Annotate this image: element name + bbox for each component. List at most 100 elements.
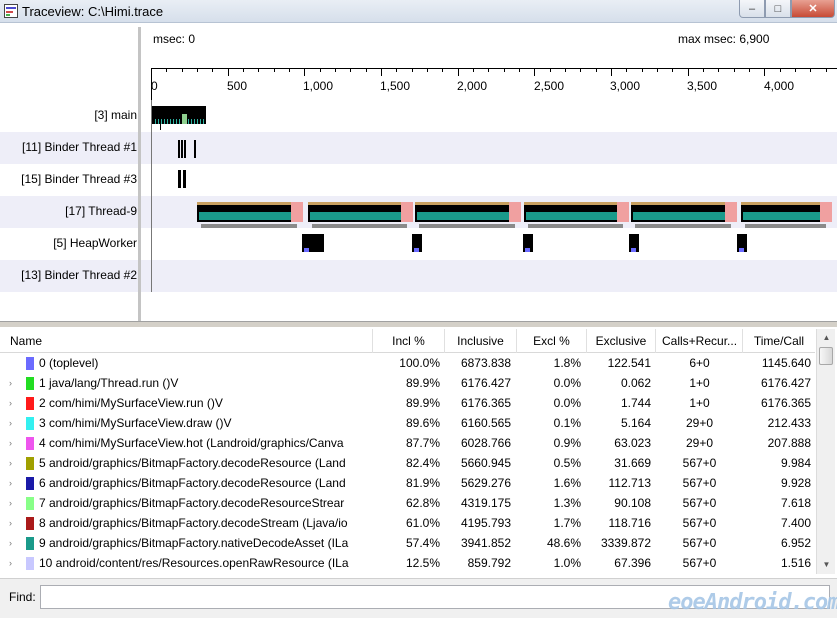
column-header-exclusive[interactable]: Exclusive	[587, 329, 656, 353]
thread9-activity-block	[524, 202, 629, 205]
minor-tick	[442, 68, 443, 72]
tick-label: 500	[227, 79, 248, 93]
calls-recur: 6+0	[689, 356, 710, 370]
main-activity-block	[200, 119, 201, 124]
scroll-up-icon[interactable]: ▲	[819, 331, 834, 345]
thread9-activity-block	[415, 202, 521, 205]
window-controls: – □ ✕	[739, 0, 835, 19]
column-header-calls[interactable]: Calls+Recur...	[656, 329, 743, 353]
thread-row-main[interactable]: [3] main	[0, 100, 837, 132]
column-header-inclusive[interactable]: Inclusive	[445, 329, 517, 353]
column-header-name[interactable]: Name	[0, 329, 373, 353]
method-name: 5 android/graphics/BitmapFactory.decodeR…	[39, 456, 346, 470]
minor-tick	[810, 68, 811, 72]
table-row[interactable]: › 5 android/graphics/BitmapFactory.decode…	[0, 453, 815, 473]
tick-label: 1,000	[303, 79, 334, 93]
expand-icon[interactable]: ›	[9, 473, 12, 493]
thread-row-binder-1[interactable]: [11] Binder Thread #1	[0, 132, 837, 164]
column-header-time-per-call[interactable]: Time/Call	[743, 329, 815, 353]
expand-icon[interactable]: ›	[9, 513, 12, 533]
table-row[interactable]: › 9 android/graphics/BitmapFactory.native…	[0, 533, 815, 553]
heapworker-activity-block	[739, 248, 744, 252]
time-per-call: 1145.640	[761, 356, 811, 370]
incl-pct: 82.4%	[405, 456, 440, 470]
incl-pct: 89.9%	[405, 376, 440, 390]
excl-pct: 48.6%	[546, 536, 581, 550]
tick-label: 4,000	[764, 79, 795, 93]
scroll-thumb[interactable]	[819, 347, 833, 365]
title-bar: Traceview: C:\Himi.trace – □ ✕	[0, 0, 837, 23]
heapworker-activity-block	[525, 248, 530, 252]
calls-recur: 29+0	[685, 436, 714, 450]
tick-label: 1,500	[380, 79, 411, 93]
method-name: 4 com/himi/MySurfaceView.hot (Landroid/g…	[39, 436, 344, 450]
scroll-down-icon[interactable]: ▼	[819, 558, 834, 572]
incl-pct: 12.5%	[405, 556, 440, 570]
method-color-swatch	[26, 377, 34, 390]
table-row[interactable]: › 3 com/himi/MySurfaceView.draw ()V 89.6% 6…	[0, 413, 815, 433]
heapworker-activity-block	[631, 248, 636, 252]
exclusive: 67.396	[614, 556, 651, 570]
thread-label: [11] Binder Thread #1	[22, 140, 137, 154]
thread-row-binder-3[interactable]: [15] Binder Thread #3	[0, 164, 837, 196]
minor-tick	[718, 68, 719, 72]
thread9-activity-block	[741, 202, 832, 205]
time-per-call: 1.516	[780, 556, 811, 570]
thread9-activity-block	[526, 212, 617, 220]
minor-tick	[642, 68, 643, 72]
exclusive: 90.108	[614, 496, 651, 510]
minor-tick	[504, 68, 505, 72]
table-row[interactable]: › 2 com/himi/MySurfaceView.run ()V 89.9% 61…	[0, 393, 815, 413]
excl-pct: 0.5%	[553, 456, 581, 470]
thread9-gc-block	[509, 202, 521, 222]
minor-tick	[427, 68, 428, 72]
main-activity-block	[167, 119, 168, 124]
minor-tick	[596, 68, 597, 72]
column-header-excl-pct[interactable]: Excl %	[517, 329, 587, 353]
expand-icon[interactable]: ›	[9, 453, 12, 473]
thread9-activity-block	[633, 212, 725, 220]
close-button[interactable]: ✕	[791, 0, 835, 18]
thread-label: [15] Binder Thread #3	[21, 172, 137, 186]
expand-icon[interactable]: ›	[9, 433, 12, 453]
major-tick	[688, 68, 689, 76]
time-per-call: 7.618	[780, 496, 811, 510]
minimize-button[interactable]: –	[739, 0, 765, 18]
thread9-activity-block	[743, 212, 820, 220]
table-row[interactable]: › 8 android/graphics/BitmapFactory.decode…	[0, 513, 815, 533]
column-header-incl-pct[interactable]: Incl %	[373, 329, 445, 353]
main-activity-block	[158, 119, 159, 124]
major-tick	[764, 68, 765, 76]
minor-tick	[672, 68, 673, 72]
minor-tick	[289, 68, 290, 72]
binder-activity-block	[178, 140, 180, 158]
expand-icon[interactable]: ›	[9, 553, 12, 573]
expand-icon[interactable]: ›	[9, 393, 12, 413]
timeline-panel[interactable]: msec: 0 max msec: 6,900 0 500 1,000 1,50…	[0, 27, 837, 321]
expand-icon[interactable]: ›	[9, 493, 12, 513]
label-separator[interactable]	[138, 27, 141, 321]
maximize-button[interactable]: □	[765, 0, 791, 18]
table-row[interactable]: › 10 android/content/res/Resources.openRa…	[0, 553, 815, 573]
minor-tick	[519, 68, 520, 72]
binder-activity-block	[178, 170, 181, 188]
minor-tick	[350, 68, 351, 72]
minor-tick	[826, 68, 827, 72]
thread-label: [13] Binder Thread #2	[21, 268, 137, 282]
table-row[interactable]: › 4 com/himi/MySurfaceView.hot (Landroid/…	[0, 433, 815, 453]
method-color-swatch	[26, 437, 34, 450]
table-row[interactable]: 0 (toplevel) 100.0% 6873.838 1.8% 122.541 6+0…	[0, 353, 815, 373]
excl-pct: 0.0%	[553, 376, 581, 390]
table-row[interactable]: › 7 android/graphics/BitmapFactory.decode…	[0, 493, 815, 513]
thread-row-thread-9[interactable]: [17] Thread-9	[0, 196, 837, 228]
thread-row-heapworker[interactable]: [5] HeapWorker	[0, 228, 837, 260]
calls-recur: 567+0	[682, 556, 717, 570]
table-row[interactable]: › 6 android/graphics/BitmapFactory.decode…	[0, 473, 815, 493]
table-row[interactable]: › 1 java/lang/Thread.run ()V 89.9% 6176.427…	[0, 373, 815, 393]
expand-icon[interactable]: ›	[9, 413, 12, 433]
thread-row-binder-2[interactable]: [13] Binder Thread #2	[0, 260, 837, 292]
main-activity-block	[191, 119, 192, 124]
table-scrollbar[interactable]: ▲ ▼	[816, 329, 835, 574]
expand-icon[interactable]: ›	[9, 533, 12, 553]
expand-icon[interactable]: ›	[9, 373, 12, 393]
